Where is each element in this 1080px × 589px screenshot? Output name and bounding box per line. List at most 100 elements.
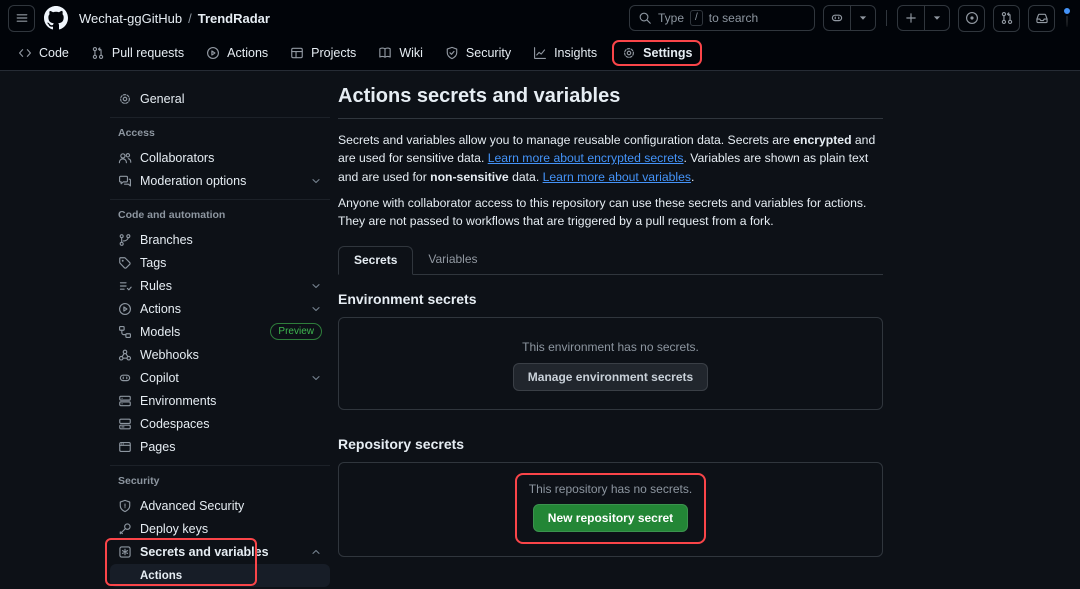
sidebar-item-advanced-security[interactable]: Advanced Security	[110, 494, 330, 517]
intro-text: .	[691, 170, 694, 184]
menu-button[interactable]	[8, 5, 35, 32]
tab-label: Projects	[311, 46, 356, 60]
link-variables[interactable]: Learn more about variables	[543, 170, 691, 184]
table-icon	[290, 46, 304, 60]
copilot-button-group	[823, 5, 876, 31]
search-input[interactable]: Type / to search	[629, 5, 815, 31]
intro-text: data.	[509, 170, 543, 184]
tab-wiki[interactable]: Wiki	[368, 40, 433, 66]
intro-paragraph-2: Anyone with collaborator access to this …	[338, 194, 883, 231]
sidebar-item-label: General	[140, 92, 184, 106]
main-panel: Actions secrets and variables Secrets an…	[338, 85, 883, 582]
search-placeholder-suffix: to search	[709, 11, 758, 25]
sidebar-section-general: General	[110, 85, 330, 112]
tag-icon	[118, 256, 132, 270]
sidebar-item-webhooks[interactable]: Webhooks	[110, 343, 330, 366]
caret-down-icon	[931, 12, 943, 24]
tab-pull-requests[interactable]: Pull requests	[81, 40, 194, 66]
link-encrypted-secrets[interactable]: Learn more about encrypted secrets	[488, 151, 684, 165]
github-mark-icon	[44, 6, 68, 30]
inbox-icon	[1035, 11, 1049, 25]
sidebar-item-collaborators[interactable]: Collaborators	[110, 146, 330, 169]
sidebar-item-secrets-and-variables[interactable]: Secrets and variables	[110, 540, 330, 563]
tab-variables[interactable]: Variables	[413, 246, 492, 275]
plus-icon	[904, 11, 918, 25]
sidebar-item-label: Rules	[140, 279, 172, 293]
manage-environment-secrets-button[interactable]: Manage environment secrets	[513, 363, 708, 391]
settings-content: General Access Collaborators Moderation …	[0, 71, 1080, 582]
sidebar-item-pages[interactable]: Pages	[110, 435, 330, 458]
sidebar-section-security: Security Advanced Security Deploy keys S…	[110, 465, 330, 589]
tab-actions[interactable]: Actions	[196, 40, 278, 66]
copilot-button[interactable]	[824, 6, 850, 30]
tab-secrets[interactable]: Secrets	[338, 246, 413, 275]
sidebar-item-environments[interactable]: Environments	[110, 389, 330, 412]
search-placeholder-prefix: Type	[658, 11, 684, 25]
sidebar-item-deploy-keys[interactable]: Deploy keys	[110, 517, 330, 540]
chevron-down-icon	[310, 175, 322, 187]
environment-secrets-box: This environment has no secrets. Manage …	[338, 317, 883, 410]
shield-lock-icon	[118, 499, 132, 513]
issue-opened-icon	[965, 11, 979, 25]
sidebar-item-models[interactable]: Models Preview	[110, 320, 330, 343]
settings-sidebar: General Access Collaborators Moderation …	[110, 85, 330, 582]
sidebar-item-label: Deploy keys	[140, 522, 208, 536]
tab-projects[interactable]: Projects	[280, 40, 366, 66]
repository-secrets-heading: Repository secrets	[338, 436, 883, 452]
tab-security[interactable]: Security	[435, 40, 521, 66]
tab-settings[interactable]: Settings	[614, 42, 700, 64]
checklist-icon	[118, 279, 132, 293]
tab-insights[interactable]: Insights	[523, 40, 607, 66]
sidebar-item-label: Moderation options	[140, 174, 246, 188]
hamburger-icon	[15, 11, 29, 25]
sidebar-item-branches[interactable]: Branches	[110, 228, 330, 251]
sidebar-item-label: Environments	[140, 394, 216, 408]
tab-code[interactable]: Code	[8, 40, 79, 66]
sidebar-subitem-label: Actions	[140, 570, 182, 582]
sidebar-item-copilot[interactable]: Copilot	[110, 366, 330, 389]
breadcrumb-repo[interactable]: TrendRadar	[198, 11, 270, 26]
tab-label: Pull requests	[112, 46, 184, 60]
tab-label: Wiki	[399, 46, 423, 60]
sidebar-item-general[interactable]: General	[110, 87, 330, 110]
github-logo[interactable]	[44, 6, 68, 30]
sidebar-item-moderation-options[interactable]: Moderation options	[110, 169, 330, 192]
create-new-button[interactable]	[898, 6, 924, 30]
code-icon	[18, 46, 32, 60]
webhook-icon	[118, 348, 132, 362]
header-actions: Type / to search	[629, 5, 1068, 32]
sidebar-item-label: Tags	[140, 256, 166, 270]
sidebar-subitem-actions[interactable]: Actions	[110, 564, 330, 587]
environment-empty-text: This environment has no secrets.	[355, 340, 866, 354]
new-repository-secret-button[interactable]: New repository secret	[533, 504, 688, 532]
chevron-up-icon	[310, 546, 322, 558]
sidebar-item-rules[interactable]: Rules	[110, 274, 330, 297]
pull-requests-button[interactable]	[993, 5, 1020, 32]
breadcrumb: Wechat-ggGitHub / TrendRadar	[79, 11, 270, 26]
copilot-dropdown-button[interactable]	[850, 6, 875, 30]
shield-icon	[445, 46, 459, 60]
sidebar-section-access: Access Collaborators Moderation options	[110, 117, 330, 194]
sidebar-item-label: Models	[140, 325, 180, 339]
intro-paragraph-1: Secrets and variables allow you to manag…	[338, 131, 883, 186]
sidebar-item-codespaces[interactable]: Codespaces	[110, 412, 330, 435]
sidebar-item-tags[interactable]: Tags	[110, 251, 330, 274]
tab-label: Actions	[227, 46, 268, 60]
sidebar-item-label: Copilot	[140, 371, 179, 385]
create-new-button-group	[897, 5, 950, 31]
book-icon	[378, 46, 392, 60]
inbox-button[interactable]	[1028, 5, 1055, 32]
annotation-box-repository-secret: This repository has no secrets. New repo…	[515, 473, 706, 544]
issues-button[interactable]	[958, 5, 985, 32]
sidebar-item-actions[interactable]: Actions	[110, 297, 330, 320]
environment-secrets-heading: Environment secrets	[338, 291, 883, 307]
annotation-box-settings: Settings	[612, 40, 702, 66]
comment-discussion-icon	[118, 174, 132, 188]
breadcrumb-owner[interactable]: Wechat-ggGitHub	[79, 11, 182, 26]
sidebar-section-heading: Security	[110, 473, 330, 494]
sidebar-item-label: Pages	[140, 440, 175, 454]
create-new-dropdown-button[interactable]	[924, 6, 949, 30]
pull-request-icon	[1000, 11, 1014, 25]
copilot-icon	[830, 11, 844, 25]
play-icon	[118, 302, 132, 316]
